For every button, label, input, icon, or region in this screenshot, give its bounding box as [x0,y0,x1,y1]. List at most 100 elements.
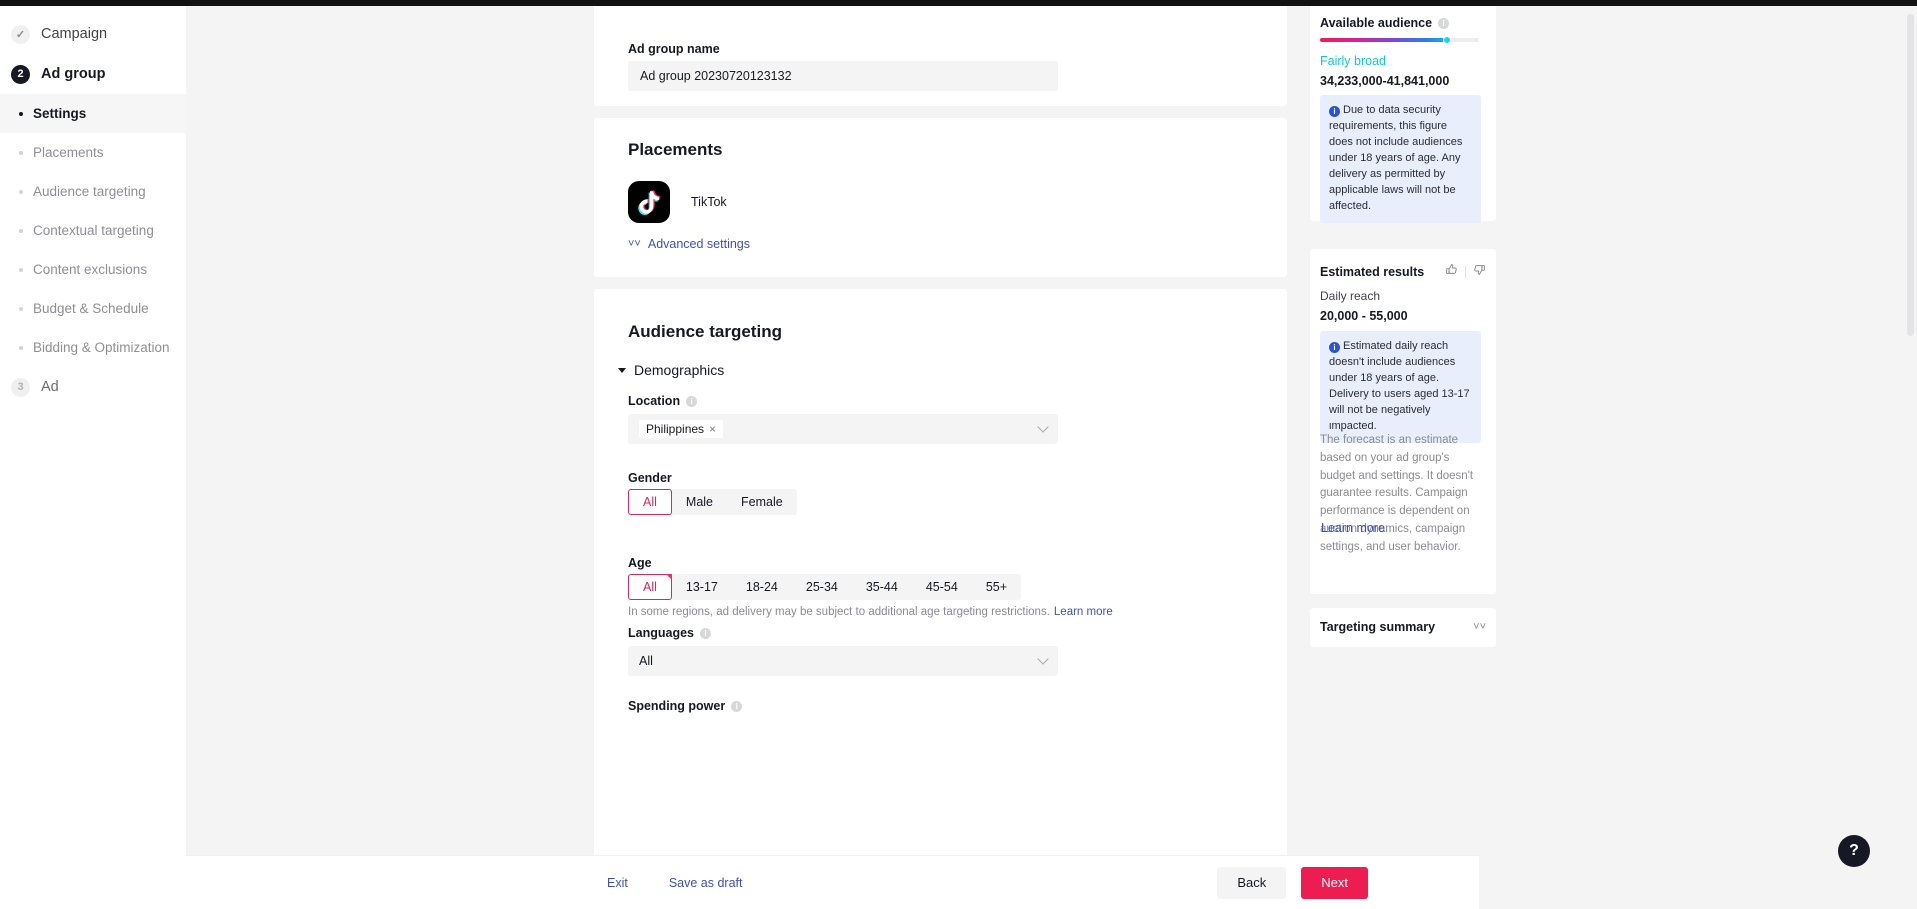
footer-secondary-actions: Exit Save as draft [607,876,743,890]
gender-option-group: All Male Female [628,489,797,515]
chevron-double-down-icon: ˅˅ [628,238,641,250]
location-tag: Philippines × [639,420,724,438]
age-option-35-44[interactable]: 35-44 [852,574,912,600]
audience-breadth-slider[interactable] [1320,36,1478,44]
spending-power-label-row: Spending power i [628,699,743,713]
location-label-row: Location i [628,394,698,408]
gender-label: Gender [628,471,672,485]
age-option-13-17[interactable]: 13-17 [672,574,732,600]
help-button[interactable]: ? [1838,835,1870,867]
targeting-summary-panel[interactable]: Targeting summary ˅˅ [1310,608,1496,647]
sidebar-item-label: Settings [33,106,87,121]
bullet-icon [19,306,23,311]
sidebar-step-ad[interactable]: 3 Ad [0,367,186,407]
divider [1465,266,1466,278]
thumbs-up-icon[interactable] [1445,263,1458,281]
step-number-badge: 3 [11,377,30,397]
main-scroll-region[interactable]: Ad group name Ad group 20230720123132 Pl… [186,6,1917,909]
demographics-collapse-header[interactable]: Demographics [618,362,724,378]
age-hint-text: In some regions, ad delivery may be subj… [628,606,1050,618]
sidebar-item-bidding-optimization[interactable]: Bidding & Optimization [0,328,186,367]
advanced-settings-toggle[interactable]: ˅˅ Advanced settings [628,237,750,251]
ad-group-name-label: Ad group name [628,42,720,56]
estimated-results-panel: Estimated results Daily reach 20,000 - 5… [1310,249,1496,594]
available-audience-title-row: Available audience i [1320,16,1450,30]
slider-track-remainder [1446,38,1478,42]
gender-option-female[interactable]: Female [727,489,797,515]
info-icon[interactable]: i [731,700,743,712]
languages-select[interactable]: All [628,646,1058,676]
ad-group-name-value: Ad group 20230720123132 [640,69,792,83]
sidebar-step-label: Ad [41,379,59,395]
bullet-icon [19,189,23,194]
bullet-icon [19,267,23,272]
step-number-badge: 2 [11,64,30,84]
chevron-double-down-icon[interactable]: ˅˅ [1473,621,1486,633]
placement-row-tiktok[interactable]: TikTok [628,181,727,223]
age-option-all[interactable]: All [628,574,672,600]
exit-link[interactable]: Exit [607,876,628,890]
gender-option-male[interactable]: Male [672,489,727,515]
chevron-down-icon [1037,653,1049,665]
caret-down-icon [618,367,626,373]
sidebar-step-ad-group[interactable]: 2 Ad group [0,54,186,94]
targeting-summary-header[interactable]: Targeting summary ˅˅ [1320,620,1486,634]
available-audience-panel: Available audience i Fairly broad 34,233… [1310,6,1496,223]
bullet-icon [19,228,23,233]
placement-label: TikTok [691,195,727,209]
gender-option-all[interactable]: All [628,489,672,515]
age-hint-learn-more-link[interactable]: Learn more [1054,606,1113,618]
slider-knob[interactable] [1443,36,1452,44]
forecast-learn-more-link[interactable]: Learn more [1321,521,1385,535]
age-hint-row: In some regions, ad delivery may be subj… [628,606,1113,618]
audience-targeting-card: Audience targeting Demographics Location… [594,289,1287,865]
age-option-45-54[interactable]: 45-54 [912,574,972,600]
targeting-summary-title: Targeting summary [1320,620,1436,634]
remove-tag-icon[interactable]: × [709,422,716,436]
location-select[interactable]: Philippines × [628,414,1058,444]
demographics-label: Demographics [634,362,725,378]
sidebar-item-contextual-targeting[interactable]: Contextual targeting [0,211,186,250]
info-icon[interactable]: i [1438,17,1450,29]
sidebar-step-label: Ad group [41,66,106,82]
next-button[interactable]: Next [1301,866,1368,899]
age-option-55-plus[interactable]: 55+ [972,574,1021,600]
footer-primary-actions: Back Next [1217,866,1368,899]
sidebar-item-content-exclusions[interactable]: Content exclusions [0,250,186,289]
wizard-footer: Exit Save as draft Back Next [186,855,1479,909]
age-option-18-24[interactable]: 18-24 [732,574,792,600]
divider [1320,421,1481,422]
feedback-controls [1445,263,1486,281]
sidebar-item-budget-schedule[interactable]: Budget & Schedule [0,289,186,328]
age-option-25-34[interactable]: 25-34 [792,574,852,600]
audience-targeting-title: Audience targeting [628,322,782,341]
languages-value: All [639,654,653,668]
location-label: Location [628,394,681,408]
check-icon: ✓ [11,24,30,44]
thumbs-down-icon[interactable] [1473,263,1486,281]
bullet-icon [19,111,23,116]
languages-label: Languages [628,626,694,640]
daily-reach-value: 20,000 - 55,000 [1320,309,1408,323]
stepper-sidebar: ✓ Campaign 2 Ad group Settings Placement… [0,6,186,909]
save-as-draft-link[interactable]: Save as draft [669,876,743,890]
vertical-scrollbar[interactable] [1907,14,1914,336]
info-icon[interactable]: i [700,627,711,639]
languages-label-row: Languages i [628,626,711,640]
spending-power-label: Spending power [628,699,726,713]
ad-group-name-input[interactable]: Ad group 20230720123132 [628,61,1058,91]
info-icon[interactable]: i [686,395,698,407]
sidebar-item-label: Placements [33,145,104,160]
sidebar-item-settings[interactable]: Settings [0,94,186,133]
estimated-results-notice-text: Estimated daily reach doesn't include au… [1329,340,1470,432]
sidebar-item-placements[interactable]: Placements [0,133,186,172]
location-tag-label: Philippines [646,422,705,436]
sidebar-item-audience-targeting[interactable]: Audience targeting [0,172,186,211]
forecast-disclaimer: The forecast is an estimate based on you… [1320,434,1474,553]
age-label: Age [628,556,652,570]
sidebar-item-label: Audience targeting [33,184,146,199]
back-button[interactable]: Back [1217,866,1287,899]
placements-title: Placements [628,140,723,159]
sidebar-item-label: Content exclusions [33,262,148,277]
sidebar-step-campaign[interactable]: ✓ Campaign [0,14,186,54]
